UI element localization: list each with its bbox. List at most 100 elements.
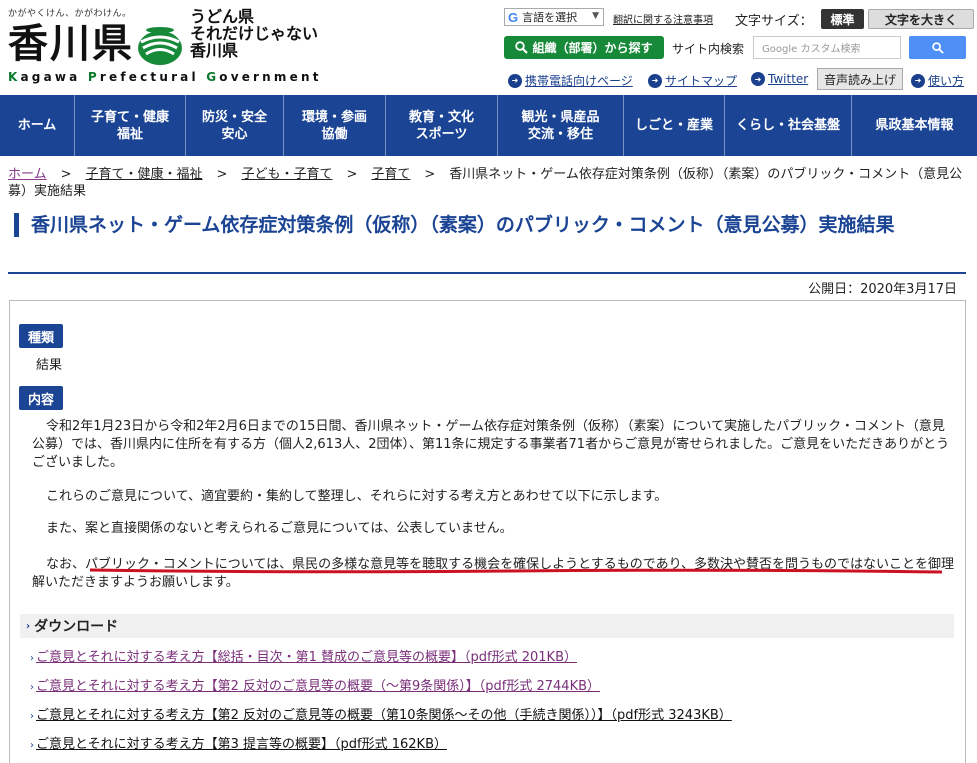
download-link-label: ご意見とそれに対する考え方【総括・目次・第1 賛成のご意見等の概要】（pdf形式… xyxy=(36,650,577,665)
chevron-right-icon: › xyxy=(30,740,34,751)
nav-item-safety[interactable]: 防災・安全 安心 xyxy=(186,95,284,156)
logo-en-g: G xyxy=(206,70,220,84)
translation-note-link[interactable]: 翻訳に関する注意事項 xyxy=(613,11,713,26)
nav-label: 教育・文化 xyxy=(408,109,474,125)
twitter-link[interactable]: ➜ Twitter xyxy=(751,72,808,86)
nav-item-environment[interactable]: 環境・参画 協働 xyxy=(284,95,386,156)
search-icon xyxy=(515,41,529,54)
sitemap-link[interactable]: ➜ サイトマップ xyxy=(648,72,737,89)
language-select-label: 言語を選択 xyxy=(522,11,578,24)
breadcrumb: ホーム > 子育て・健康・福祉 > 子ども・子育て > 子育て > 香川県ネット・ゲーム依存症対… xyxy=(8,166,970,200)
nav-item-work[interactable]: しごと・産業 xyxy=(624,95,725,156)
nav-label-sub: 安心 xyxy=(221,126,248,142)
search-icon xyxy=(931,41,944,54)
udon-line-3: 香川県 xyxy=(190,41,239,60)
font-size-label: 文字サイズ： xyxy=(735,14,813,29)
chevron-right-icon: › xyxy=(30,653,34,664)
breadcrumb-separator: > xyxy=(60,167,72,182)
logo-english: Kagawa Prefectural Government xyxy=(8,70,322,84)
site-header: かがやくけん、かがわけん。 香川県 うどん県 それだけじゃない 香川県 Kaga… xyxy=(0,0,977,95)
nav-label: 防災・安全 xyxy=(201,109,267,125)
tagline: かがやくけん、かがわけん。 xyxy=(8,9,132,19)
arrow-right-icon: ➜ xyxy=(911,73,925,88)
nav-label: くらし・社会基盤 xyxy=(735,118,840,133)
download-heading-label: ダウンロード xyxy=(34,619,119,635)
download-link-label: ご意見とそれに対する考え方【第2 反対のご意見等の概要（～第9条関係）】（pdf… xyxy=(36,679,601,694)
chevron-down-icon: ▼ xyxy=(592,11,599,21)
paragraph-4: なお、パブリック・コメントについては、県民の多様な意見等を聴取する機会を確保しよ… xyxy=(32,557,955,590)
nav-item-home[interactable]: ホーム xyxy=(0,95,75,156)
udon-slogan: うどん県 それだけじゃない 香川県 xyxy=(190,8,318,59)
nav-label: ホーム xyxy=(17,118,57,133)
help-label: 使い方 xyxy=(928,74,965,88)
nav-item-tourism[interactable]: 観光・県産品 交流・移住 xyxy=(498,95,624,156)
sitemap-label: サイトマップ xyxy=(665,74,738,88)
breadcrumb-childcare-health[interactable]: 子育て・健康・福祉 xyxy=(86,167,203,182)
voice-read-button[interactable]: 音声読み上げ xyxy=(817,68,903,90)
logo-en-p: P xyxy=(87,70,100,84)
chevron-right-icon: › xyxy=(30,711,34,722)
language-select[interactable]: G 言語を選択 ▼ xyxy=(504,8,604,26)
help-link[interactable]: ➜ 使い方 xyxy=(911,72,964,89)
download-link-1[interactable]: › ご意見とそれに対する考え方【総括・目次・第1 賛成のご意見等の概要】（pdf形… xyxy=(30,649,577,668)
nav-label-sub: 福祉 xyxy=(116,126,143,142)
mobile-page-label: 携帯電話向けページ xyxy=(525,74,633,88)
nav-item-education[interactable]: 教育・文化 スポーツ xyxy=(386,95,498,156)
nav-label: 県政基本情報 xyxy=(875,118,954,133)
udon-logo-icon[interactable] xyxy=(137,24,183,66)
google-icon: G xyxy=(508,9,519,25)
nav-label: 観光・県産品 xyxy=(521,109,600,125)
paragraph-1: 令和2年1月23日から令和2年2月6日までの15日間、香川県ネット・ゲーム依存症… xyxy=(32,419,950,470)
chevron-right-icon: › xyxy=(30,682,34,693)
paragraph-2: これらのご意見について、適宜要約・集約して整理し、それらに対する考え方とあわせて… xyxy=(46,489,668,504)
nav-label-sub: スポーツ xyxy=(415,126,468,142)
search-button[interactable] xyxy=(909,36,966,59)
logo-en-agawa: agawa xyxy=(20,70,88,84)
breadcrumb-separator: > xyxy=(216,167,228,182)
font-standard-button[interactable]: 標準 xyxy=(821,9,864,29)
arrow-right-icon: ➜ xyxy=(508,73,522,88)
global-nav: ホーム 子育て・健康 福祉 防災・安全 安心 環境・参画 協働 教育・文化 スポーツ 観… xyxy=(0,95,977,156)
download-link-label: ご意見とそれに対する考え方【第3 提言等の概要】（pdf形式 162KB） xyxy=(36,737,447,752)
content-label: 内容 xyxy=(19,386,63,410)
arrow-right-icon: ➜ xyxy=(751,72,765,86)
arrow-right-icon: ➜ xyxy=(648,73,662,88)
nav-label: しごと・産業 xyxy=(634,118,713,133)
type-label: 種類 xyxy=(19,324,63,348)
org-search-label: 組織（部署）から探す xyxy=(532,41,653,55)
twitter-label: Twitter xyxy=(768,72,809,86)
red-underline-annotation xyxy=(90,568,942,574)
nav-label: 環境・参画 xyxy=(301,109,367,125)
nav-label-sub: 協働 xyxy=(321,126,348,142)
nav-item-childcare-health[interactable]: 子育て・健康 福祉 xyxy=(75,95,186,156)
search-input[interactable]: Google カスタム検索 xyxy=(753,36,901,59)
title-divider xyxy=(8,272,966,274)
download-link-4[interactable]: › ご意見とそれに対する考え方【第3 提言等の概要】（pdf形式 162KB） xyxy=(30,736,447,755)
published-date: 公開日：2020年3月17日 xyxy=(808,282,957,297)
nav-label-sub: 交流・移住 xyxy=(527,126,593,142)
logo-en-refectural: refectural xyxy=(99,70,207,84)
nav-item-living[interactable]: くらし・社会基盤 xyxy=(725,95,852,156)
site-logo-text[interactable]: 香川県 xyxy=(8,22,134,66)
udon-line-2: それだけじゃない xyxy=(190,24,319,43)
download-link-3[interactable]: › ご意見とそれに対する考え方【第2 反対のご意見等の概要（第10条関係～その他（… xyxy=(30,707,732,726)
logo-en-overnment: overnment xyxy=(219,70,322,84)
breadcrumb-separator: > xyxy=(346,167,358,182)
breadcrumb-home[interactable]: ホーム xyxy=(8,167,47,182)
nav-item-prefecture-info[interactable]: 県政基本情報 xyxy=(852,95,977,156)
paragraph-3: また、案と直接関係のないと考えられるご意見については、公表していません。 xyxy=(46,521,513,536)
download-link-label: ご意見とそれに対する考え方【第2 反対のご意見等の概要（第10条関係～その他（手… xyxy=(36,708,732,723)
breadcrumb-separator: > xyxy=(424,167,436,182)
org-search-button[interactable]: 組織（部署）から探す xyxy=(504,36,664,59)
udon-line-1: うどん県 xyxy=(190,7,255,26)
page-title: 香川県ネット・ゲーム依存症対策条例（仮称）（素案）のパブリック・コメント（意見公… xyxy=(14,213,966,237)
chevron-right-icon: › xyxy=(26,620,31,632)
font-larger-button[interactable]: 文字を大きく xyxy=(868,9,974,29)
breadcrumb-children[interactable]: 子ども・子育て xyxy=(241,167,332,182)
download-heading: › ダウンロード xyxy=(20,614,954,638)
mobile-page-link[interactable]: ➜ 携帯電話向けページ xyxy=(508,72,633,89)
nav-label: 子育て・健康 xyxy=(90,109,169,125)
download-link-2[interactable]: › ご意見とそれに対する考え方【第2 反対のご意見等の概要（～第9条関係）】（pd… xyxy=(30,678,600,697)
breadcrumb-childcare[interactable]: 子育て xyxy=(371,167,410,182)
type-value: 結果 xyxy=(36,358,63,373)
